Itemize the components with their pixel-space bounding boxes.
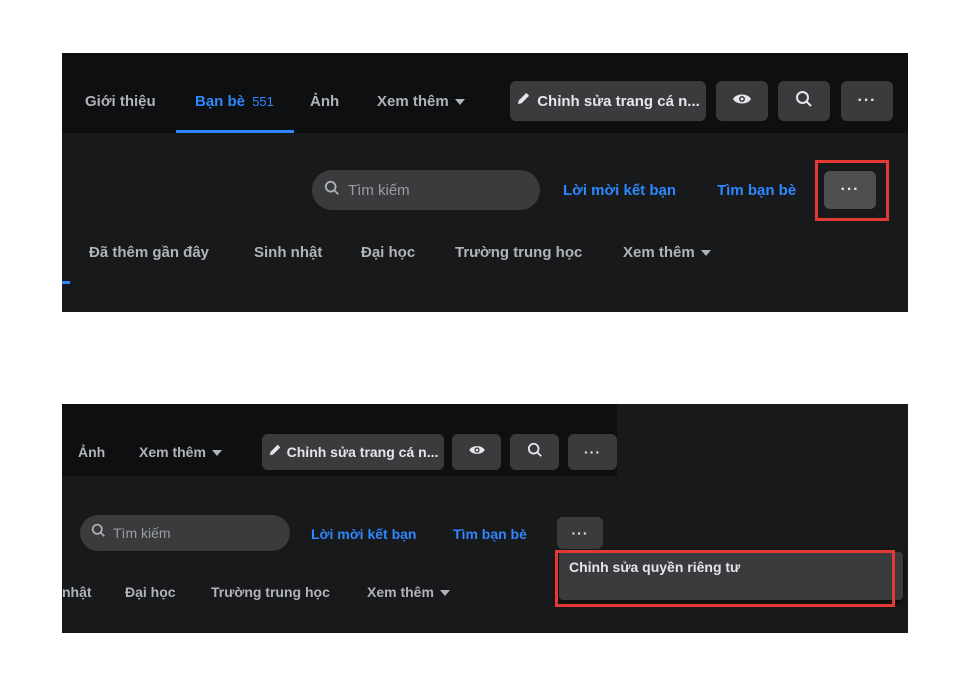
friend-requests-link[interactable]: Lời mời kết bạn [563, 182, 676, 199]
find-friends-link[interactable]: Tìm bạn bè [717, 182, 796, 199]
filter-more-label: Xem thêm [623, 244, 695, 261]
friends-search[interactable] [80, 515, 290, 551]
friends-search[interactable] [312, 170, 540, 210]
tab-more[interactable]: Xem thêm [377, 93, 465, 110]
edit-profile-button[interactable]: Chỉnh sửa trang cá n... [510, 81, 706, 121]
filter-more[interactable]: Xem thêm [367, 584, 450, 600]
more-horizontal-icon: ··· [857, 92, 877, 109]
edit-profile-button[interactable]: Chỉnh sửa trang cá n... [262, 434, 444, 470]
edit-profile-label: Chỉnh sửa trang cá n... [537, 92, 700, 110]
filter-high-school[interactable]: Trường trung học [455, 244, 582, 261]
filter-birthdays[interactable]: nhật [62, 584, 92, 600]
tab-more[interactable]: Xem thêm [139, 444, 222, 460]
view-as-button[interactable] [716, 81, 768, 121]
search-icon [324, 180, 340, 201]
filter-university[interactable]: Đại học [361, 244, 415, 261]
highlight-box [815, 160, 889, 221]
filter-high-school[interactable]: Trường trung học [211, 584, 330, 600]
chevron-down-icon [211, 450, 222, 457]
tab-photos[interactable]: Ảnh [78, 444, 105, 460]
more-horizontal-icon: ··· [571, 525, 589, 541]
find-friends-link[interactable]: Tìm bạn bè [453, 526, 527, 542]
highlight-box [555, 550, 895, 607]
friends-count: 551 [252, 94, 274, 109]
eye-icon [468, 443, 486, 461]
view-as-button[interactable] [452, 434, 501, 470]
search-button[interactable] [778, 81, 830, 121]
eye-icon [732, 92, 752, 111]
tab-more-label: Xem thêm [139, 444, 206, 460]
tab-photos[interactable]: Ảnh [310, 93, 339, 110]
chevron-down-icon [700, 250, 711, 257]
friend-requests-link[interactable]: Lời mời kết bạn [311, 526, 416, 542]
more-horizontal-icon: ··· [584, 444, 601, 460]
chevron-down-icon [439, 590, 450, 597]
filter-more-label: Xem thêm [367, 584, 434, 600]
search-icon [91, 523, 106, 543]
search-input[interactable] [111, 524, 290, 542]
filter-birthdays[interactable]: Sinh nhật [254, 244, 322, 261]
search-icon [527, 442, 543, 463]
edit-profile-label: Chỉnh sửa trang cá n... [286, 444, 439, 460]
active-tab-indicator [176, 130, 294, 133]
screenshot-top: Giới thiệu Bạn bè 551 Ảnh Xem thêm Chỉnh… [62, 53, 908, 312]
filter-more[interactable]: Xem thêm [623, 244, 711, 261]
profile-more-button[interactable]: ··· [841, 81, 893, 121]
tab-more-label: Xem thêm [377, 93, 449, 110]
screenshot-bottom: Ảnh Xem thêm Chỉnh sửa trang cá n... ···… [62, 404, 908, 633]
pencil-icon [516, 91, 531, 111]
chevron-down-icon [454, 99, 465, 106]
active-filter-indicator [62, 281, 70, 284]
search-button[interactable] [510, 434, 559, 470]
tab-friends[interactable]: Bạn bè 551 [195, 93, 274, 110]
friends-more-button[interactable]: ··· [557, 517, 603, 549]
tab-about[interactable]: Giới thiệu [85, 93, 156, 110]
pencil-icon [268, 443, 282, 462]
search-input[interactable] [346, 180, 540, 200]
tab-friends-label: Bạn bè [195, 93, 246, 110]
profile-more-button[interactable]: ··· [568, 434, 617, 470]
filter-recently-added[interactable]: Đã thêm gần đây [89, 244, 209, 261]
filter-university[interactable]: Đại học [125, 584, 176, 600]
search-icon [795, 90, 813, 113]
